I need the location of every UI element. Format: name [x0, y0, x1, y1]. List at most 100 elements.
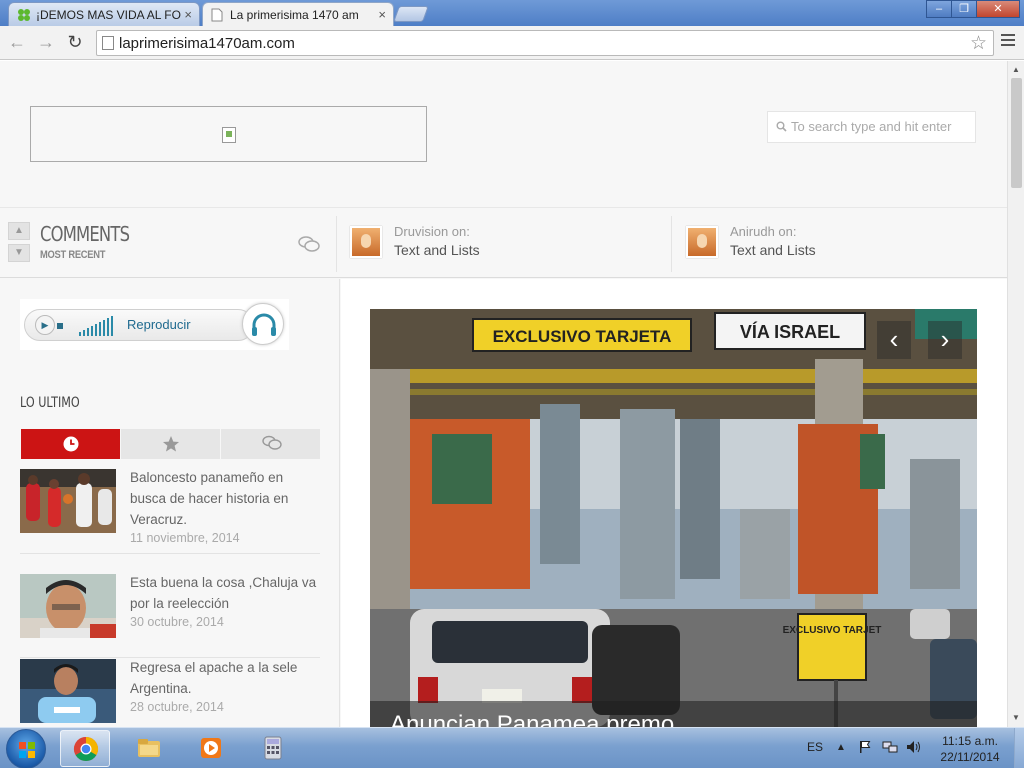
taskbar-calculator[interactable]: [248, 730, 298, 767]
taskbar-chrome[interactable]: [60, 730, 110, 767]
toll-booth-photo: EXCLUSIVO TARJETA VÍA ISRAEL EXCLUSIVO T…: [370, 309, 977, 727]
search-box[interactable]: [767, 111, 976, 143]
clock-date: 22/11/2014: [940, 750, 1000, 764]
post-title[interactable]: Baloncesto panameño en busca de hacer hi…: [130, 467, 322, 530]
separator: [336, 216, 337, 272]
post-date: 30 octubre, 2014: [130, 615, 224, 629]
show-desktop-button[interactable]: [1014, 728, 1024, 768]
headphones-icon: [242, 303, 284, 345]
url-text: laprimerisima1470am.com: [119, 35, 295, 52]
forward-button[interactable]: →: [35, 32, 57, 53]
scrollbar-thumb[interactable]: [1011, 78, 1022, 188]
comments-down-arrow[interactable]: ▼: [8, 244, 30, 262]
comment-bubbles-icon: [262, 435, 282, 453]
reload-button[interactable]: ↻: [64, 32, 86, 53]
sidebar-heading: LO ULTIMO: [20, 395, 80, 411]
bookmark-star-icon[interactable]: ☆: [970, 32, 987, 55]
volume-slider[interactable]: [79, 316, 115, 336]
system-clock[interactable]: 11:15 a.m. 22/11/2014: [930, 733, 1010, 765]
page-scrollbar[interactable]: ▲ ▼: [1007, 61, 1024, 727]
portrait-thumbnail[interactable]: [20, 574, 116, 638]
comments-subtitle: MOST RECENT: [40, 249, 106, 261]
tab-la-primerisima[interactable]: La primerisima 1470 am ×: [202, 2, 394, 26]
play-label[interactable]: Reproducir: [127, 317, 191, 332]
slider-next-button[interactable]: ›: [928, 321, 962, 359]
comment-post-title[interactable]: Text and Lists: [730, 242, 816, 258]
windows-taskbar: ES ▲ 11:15 a.m. 22/11/2014: [0, 727, 1024, 768]
language-indicator[interactable]: ES: [807, 740, 823, 754]
slide-caption[interactable]: Anuncian Panamea premo...: [370, 701, 977, 727]
tab-comments[interactable]: [220, 429, 320, 459]
sidebar-tabs: [20, 429, 320, 459]
recent-comments-bar: ▲ ▼ COMMENTS MOST RECENT Druvision on: T…: [0, 207, 1007, 278]
taskbar-media-player[interactable]: [186, 730, 236, 767]
comment-author: Druvision on:: [394, 224, 470, 239]
comment-author: Anirudh on:: [730, 224, 797, 239]
stop-button[interactable]: [57, 323, 63, 329]
folder-icon: [138, 739, 160, 757]
play-button[interactable]: ▶: [35, 315, 55, 335]
list-item[interactable]: Regresa el apache a la sele Argentina. 2…: [20, 659, 320, 727]
slide-caption-text[interactable]: Anuncian Panamea premo...: [390, 711, 694, 727]
close-window-button[interactable]: ✕: [976, 0, 1020, 18]
post-date: 28 octubre, 2014: [130, 700, 224, 714]
tab-close-icon[interactable]: ×: [184, 7, 192, 22]
chrome-menu-icon[interactable]: [1001, 34, 1015, 48]
search-icon: [776, 121, 787, 135]
windows-logo-icon: [19, 742, 35, 758]
clock-icon: [62, 435, 80, 453]
sign-exclusivo-small: EXCLUSIVO TARJET: [783, 625, 882, 636]
maximize-button[interactable]: ❐: [951, 0, 977, 18]
post-title[interactable]: Regresa el apache a la sele Argentina.: [130, 657, 322, 699]
browser-title-bar: ¡DEMOS MAS VIDA AL FO × La primerisima 1…: [0, 0, 1024, 26]
player-bar: ▶ Reproducir: [24, 309, 254, 341]
sign-via-israel: VÍA ISRAEL: [740, 321, 840, 342]
comment-post-title[interactable]: Text and Lists: [394, 242, 480, 258]
featured-slider[interactable]: EXCLUSIVO TARJETA VÍA ISRAEL EXCLUSIVO T…: [370, 309, 977, 727]
chrome-icon: [73, 737, 99, 762]
web-page: ▲ ▼ COMMENTS MOST RECENT Druvision on: T…: [0, 61, 1007, 727]
post-date: 11 noviembre, 2014: [130, 531, 240, 545]
back-button[interactable]: ←: [6, 32, 28, 53]
radio-player: ▶ Reproducir: [20, 299, 289, 350]
calculator-icon: [264, 736, 282, 760]
action-center-flag-icon[interactable]: [858, 740, 872, 757]
browser-toolbar: ← → ↻ laprimerisima1470am.com ☆: [0, 26, 1024, 60]
page-favicon-icon: [211, 8, 225, 22]
comments-title: COMMENTS: [40, 222, 130, 246]
minimize-button[interactable]: –: [926, 0, 952, 18]
start-button[interactable]: [6, 729, 46, 768]
address-bar[interactable]: laprimerisima1470am.com ☆: [96, 30, 994, 56]
media-player-icon: [201, 738, 221, 758]
avatar: [686, 226, 718, 258]
list-item[interactable]: Esta buena la cosa ,Chaluja va por la re…: [20, 574, 320, 658]
list-item[interactable]: Baloncesto panameño en busca de hacer hi…: [20, 469, 320, 554]
avatar: [350, 226, 382, 258]
site-header: [0, 61, 1007, 207]
network-icon[interactable]: [882, 740, 898, 757]
basketball-thumbnail[interactable]: [20, 469, 116, 533]
scroll-up-arrow-icon[interactable]: ▲: [1012, 65, 1020, 74]
page-icon: [102, 36, 114, 50]
search-input[interactable]: [791, 119, 971, 134]
tray-expand-icon[interactable]: ▲: [836, 742, 846, 753]
comments-up-arrow[interactable]: ▲: [8, 222, 30, 240]
post-title[interactable]: Esta buena la cosa ,Chaluja va por la re…: [130, 572, 322, 614]
new-tab-button[interactable]: [393, 6, 429, 22]
star-icon: [162, 435, 180, 453]
tab-close-icon[interactable]: ×: [378, 7, 386, 22]
volume-icon[interactable]: [906, 740, 922, 757]
sidebar: ▶ Reproducir LO ULTIMO Baloncesto paname…: [0, 279, 340, 727]
sign-exclusivo-tarjeta: EXCLUSIVO TARJETA: [493, 327, 672, 346]
soccer-player-thumbnail[interactable]: [20, 659, 116, 723]
taskbar-explorer[interactable]: [124, 730, 174, 767]
clover-favicon-icon: [17, 8, 31, 22]
main-content: EXCLUSIVO TARJETA VÍA ISRAEL EXCLUSIVO T…: [341, 279, 1007, 727]
scroll-down-arrow-icon[interactable]: ▼: [1012, 713, 1020, 722]
tab-recent[interactable]: [20, 429, 120, 459]
site-logo[interactable]: [30, 106, 427, 162]
comment-bubbles-icon: [298, 236, 320, 252]
tab-demos-mas-vida[interactable]: ¡DEMOS MAS VIDA AL FO ×: [8, 2, 200, 26]
tab-popular[interactable]: [120, 429, 220, 459]
slider-prev-button[interactable]: ‹: [877, 321, 911, 359]
